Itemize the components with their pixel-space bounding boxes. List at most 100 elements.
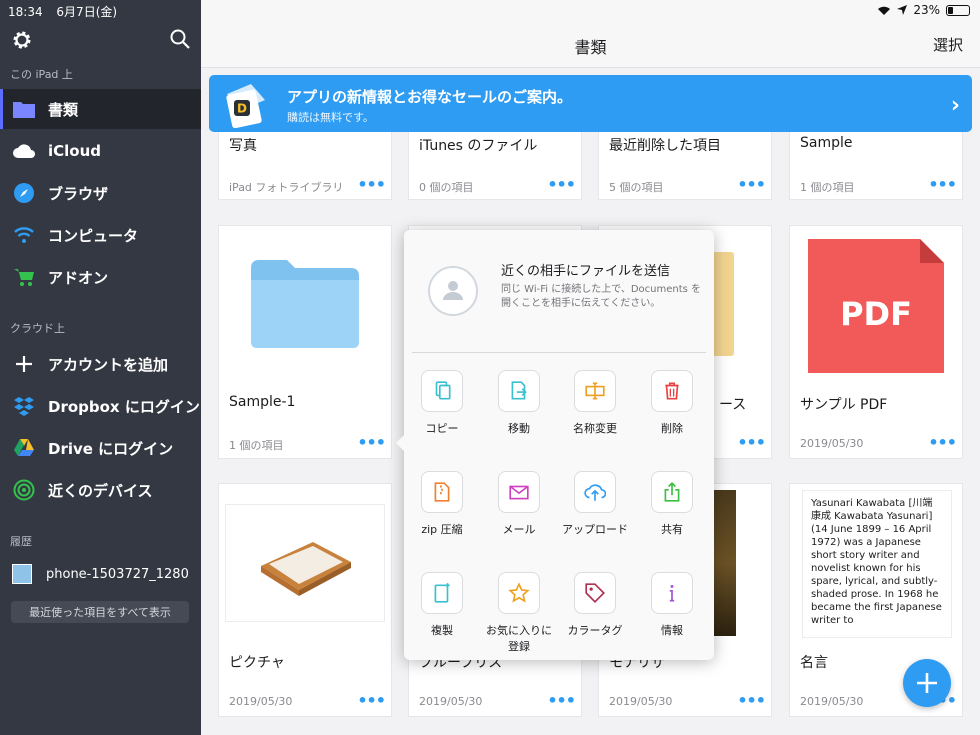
action-label: 名称変更 — [573, 422, 617, 435]
sidebar-item-label: 近くのデバイス — [48, 481, 153, 500]
more-button[interactable]: ••• — [547, 691, 576, 710]
logo-letter: D — [237, 102, 247, 116]
card-title: 最近削除した項目 — [609, 138, 721, 154]
more-button[interactable]: ••• — [737, 175, 766, 194]
file-card-sample-1[interactable]: Sample-1 1 個の項目 ••• — [218, 225, 392, 459]
pdf-label: PDF — [840, 295, 912, 333]
card-meta: 2019/05/30 — [609, 695, 673, 708]
card-title: サンプル PDF — [800, 397, 888, 413]
promo-banner[interactable]: D アプリの新情報とお得なセールのご案内。 購読は無料です。 › — [209, 75, 972, 132]
status-date: 6月7日(金) — [56, 5, 118, 19]
picture-thumbnail — [225, 504, 385, 622]
person-avatar-icon[interactable] — [428, 266, 478, 316]
action-label: コピー — [425, 422, 459, 435]
compass-icon — [12, 181, 36, 205]
sidebar-item-drive[interactable]: Drive にログイン — [0, 428, 201, 468]
pdf-thumbnail: PDF — [790, 226, 962, 386]
select-button[interactable]: 選択 — [933, 34, 963, 55]
more-button[interactable]: ••• — [357, 691, 386, 710]
duplicate-icon — [434, 583, 450, 603]
sidebar-item-documents[interactable]: 書類 — [0, 89, 201, 129]
documents-app-icon: D — [226, 84, 265, 128]
action-share[interactable]: 共有 — [634, 471, 710, 537]
action-label: 情報 — [661, 624, 683, 637]
cloud-icon — [12, 139, 36, 163]
action-zip[interactable]: zip 圧縮 — [404, 471, 480, 537]
card-title: Sample-1 — [229, 394, 296, 410]
drive-icon — [12, 436, 36, 460]
file-actions-popover: 近くの相手にファイルを送信 同じ Wi-Fi に接続した上で、Documents… — [396, 230, 714, 660]
file-card-itunes[interactable]: iTunes のファイル 0 個の項目 ••• — [408, 120, 582, 200]
sidebar-item-computer[interactable]: コンピュータ — [0, 215, 201, 255]
nearby-icon — [12, 478, 36, 502]
action-tag[interactable]: カラータグ — [557, 572, 633, 638]
more-button[interactable]: ••• — [928, 433, 957, 452]
battery-icon — [946, 4, 970, 16]
rename-icon — [585, 382, 605, 400]
file-card-picture[interactable]: ピクチャ 2019/05/30 ••• — [218, 483, 392, 717]
more-button[interactable]: ••• — [737, 691, 766, 710]
card-title: 名言 — [800, 655, 828, 671]
action-label: 共有 — [661, 523, 683, 536]
sidebar-item-label: ブラウザ — [48, 184, 109, 203]
status-time: 18:34 — [8, 5, 43, 19]
action-mail[interactable]: メール — [481, 471, 557, 537]
sidebar-item-icloud[interactable]: iCloud — [0, 131, 201, 171]
file-card-sample[interactable]: Sample 1 個の項目 ••• — [789, 120, 963, 200]
action-info[interactable]: 情報 — [634, 572, 710, 638]
action-trash[interactable]: 削除 — [634, 370, 710, 436]
cart-icon — [12, 265, 36, 289]
search-icon[interactable] — [169, 28, 191, 50]
action-label: お気に入りに登録 — [486, 624, 552, 653]
gear-icon[interactable] — [10, 28, 34, 52]
painting-thumbnail — [712, 490, 736, 636]
status-bar: 18:34 6月7日(金) 23% — [0, 0, 980, 20]
card-meta: 2019/05/30 — [419, 695, 483, 708]
upload-icon — [584, 484, 606, 501]
banner-title: アプリの新情報とお得なセールのご案内。 — [287, 88, 573, 106]
card-meta: 5 個の項目 — [609, 181, 664, 194]
sidebar-item-add-account[interactable]: アカウントを追加 — [0, 344, 201, 384]
action-label: zip 圧縮 — [421, 523, 463, 536]
sidebar-item-browser[interactable]: ブラウザ — [0, 173, 201, 213]
sidebar-item-addons[interactable]: アドオン — [0, 257, 201, 297]
copy-icon — [435, 381, 451, 400]
folder-icon — [251, 259, 359, 348]
more-button[interactable]: ••• — [357, 175, 386, 194]
action-star[interactable]: お気に入りに登録 — [481, 572, 557, 654]
file-card-photos[interactable]: 写真 iPad フォトライブラリ ••• — [218, 120, 392, 200]
action-move[interactable]: 移動 — [481, 370, 557, 436]
file-card-recently-deleted[interactable]: 最近削除した項目 5 個の項目 ••• — [598, 120, 772, 200]
file-card-sample-pdf[interactable]: PDF サンプル PDF 2019/05/30 ••• — [789, 225, 963, 459]
sidebar-item-nearby[interactable]: 近くのデバイス — [0, 470, 201, 510]
show-all-recent-button[interactable]: 最近使った項目をすべて表示 — [11, 601, 189, 623]
trash-icon — [665, 382, 679, 400]
pdf-icon: PDF — [808, 239, 944, 373]
page-title: 書類 — [574, 38, 607, 57]
history-item-label: phone-1503727_1280 — [46, 566, 189, 582]
action-rename[interactable]: 名称変更 — [557, 370, 633, 436]
location-icon — [897, 5, 908, 15]
history-item[interactable]: phone-1503727_1280 — [0, 558, 201, 590]
more-button[interactable]: ••• — [928, 175, 957, 194]
add-button[interactable] — [903, 659, 951, 707]
folder-icon — [12, 97, 36, 121]
action-copy[interactable]: コピー — [404, 370, 480, 436]
quote-text-thumbnail: Yasunari Kawabata [川端 康成 Kawabata Yasuna… — [802, 490, 952, 638]
card-meta: 2019/05/30 — [229, 695, 293, 708]
section-history: 履歴 — [10, 535, 32, 548]
action-label: 複製 — [431, 624, 453, 637]
popover-description: 同じ Wi-Fi に接続した上で、Documents を開くことを相手に伝えてく… — [501, 284, 702, 309]
sidebar-item-dropbox[interactable]: Dropbox にログイン — [0, 386, 201, 426]
card-title: iTunes のファイル — [419, 138, 538, 154]
sidebar-item-label: Drive にログイン — [48, 439, 174, 458]
sidebar: この iPad 上 書類 iCloud ブラウザ コンピュータ アドオン クラウ… — [0, 0, 201, 735]
action-duplicate[interactable]: 複製 — [404, 572, 480, 638]
more-button[interactable]: ••• — [357, 433, 386, 452]
move-icon — [511, 381, 527, 400]
action-upload[interactable]: アップロード — [557, 471, 633, 537]
card-title: ピクチャ — [229, 655, 285, 671]
wifi-icon — [12, 223, 36, 247]
more-button[interactable]: ••• — [547, 175, 576, 194]
more-button[interactable]: ••• — [737, 433, 766, 452]
